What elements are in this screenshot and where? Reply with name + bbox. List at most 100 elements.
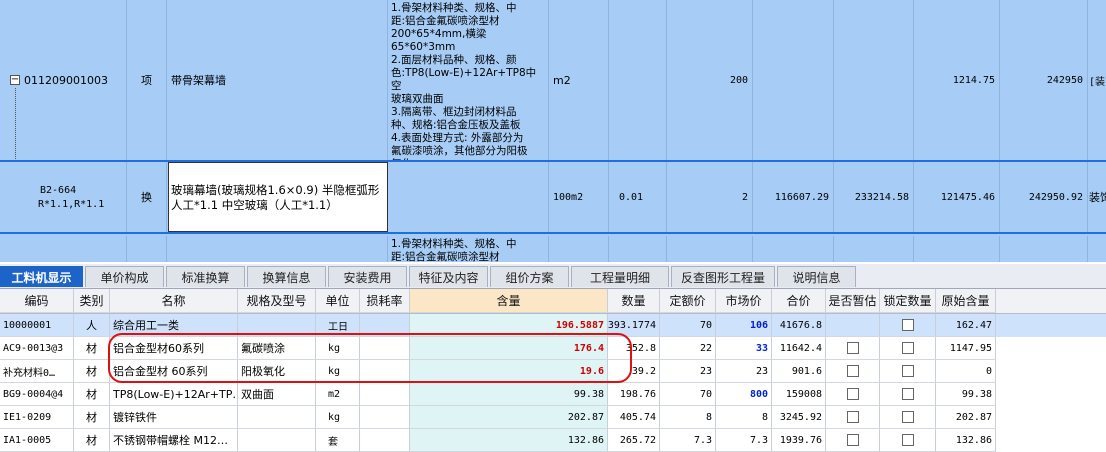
code-value: AC9-0013@3 [3,342,64,354]
cell-unit: 套 [316,429,360,452]
cell-content[interactable]: 176.4 [410,337,608,360]
cell-is-estimate [826,337,880,360]
column-header-content[interactable]: 含量 [410,289,608,313]
cell-code: IA1-0005 [0,429,74,452]
tab-resources[interactable]: 工料机显示 [0,266,83,287]
description-line: 色:TP8(Low-E)+12Ar+TP8中空 [391,67,537,92]
cell-quantity: 405.74 [608,406,660,429]
tab-notes[interactable]: 说明信息 [777,266,856,287]
lock-qty-checkbox[interactable] [901,434,914,446]
total-value: 11642.4 [779,342,822,354]
quota-v2: 233214.58 [854,191,909,203]
column-header-spec[interactable]: 规格及型号 [238,289,316,313]
resource-row[interactable]: 10000001 人 综合用工一类 工日 196.5887 393.1774 70 106 41… [0,314,1106,337]
column-header-category[interactable]: 类别 [74,289,110,313]
lock-qty-checkbox[interactable] [901,342,914,354]
is-estimate-checkbox[interactable] [846,434,859,446]
is-estimate-checkbox[interactable] [846,388,859,400]
cell-content[interactable]: 19.6 [410,360,608,383]
code-value: 10000001 [3,319,52,331]
cell-content[interactable]: 99.38 [410,383,608,406]
tab-install-fee[interactable]: 安装费用 [328,266,407,287]
quota-row-selected[interactable]: B2-664 R*1.1,R*1.1 换 玻璃幕墙(玻璃规格1.6×0.9) 半… [0,160,1106,234]
name-value: 镀锌铁件 [113,411,157,424]
column-header-total[interactable]: 合价 [772,289,826,313]
description-line: 1.骨架材料种类、规格、中 [391,2,517,14]
quantity-value: 405.74 [619,411,656,423]
column-header-code[interactable]: 编码 [0,289,74,313]
lock-qty-checkbox[interactable] [901,411,914,423]
tab-unit-price[interactable]: 单价构成 [85,266,164,287]
cell-total: 41676.8 [772,314,826,337]
column-header-quota-price[interactable]: 定额价 [660,289,716,313]
cell-loss-rate [360,383,410,406]
cell-content[interactable]: 132.86 [410,429,608,452]
spec-value: 阳极氧化 [241,365,285,378]
lock-qty-checkbox[interactable] [901,365,914,377]
quantity-value: 352.8 [625,342,656,354]
cell-total: 3245.92 [772,406,826,429]
cell-spec: 双曲面 [238,383,316,406]
resource-row[interactable]: BG9-0004@4 材 TP8(Low-E)+12Ar+TP… 双曲面 m2 99.38… [0,383,1106,406]
resource-row[interactable]: IA1-0005 材 不锈钢带帽螺栓 M12… 套 132.86 265.72 7.3 7.3… [0,429,1106,452]
quota-row-item[interactable]: − 011209001003 项 带骨架幕墙 1.骨架材料种类、规格、中 距:铝合… [0,0,1106,161]
tab-standard-conversion[interactable]: 标准换算 [166,266,245,287]
tab-conversion-info[interactable]: 换算信息 [247,266,326,287]
column-header-quantity[interactable]: 数量 [608,289,660,313]
column-header-name[interactable]: 名称 [110,289,238,313]
column-header-unit[interactable]: 单位 [316,289,360,313]
original-content-value: 99.38 [961,388,992,400]
cell-name: 镀锌铁件 [110,406,238,429]
quota-name-editor[interactable]: 玻璃幕墙(玻璃规格1.6×0.9) 半隐框弧形 人工*1.1 中空玻璃（人工*1… [169,163,387,213]
content-value: 196.5887 [555,319,604,331]
name-value: 综合用工一类 [113,319,179,332]
total-value: 41676.8 [779,319,822,331]
tab-pricing-plan[interactable]: 组价方案 [490,266,569,287]
cell-total: 11642.4 [772,337,826,360]
column-header-original-content[interactable]: 原始含量 [936,289,996,313]
column-header-is-estimate[interactable]: 是否暂估 [826,289,880,313]
category-value: 人 [86,319,97,332]
cell-quantity: 265.72 [608,429,660,452]
cell-content[interactable]: 196.5887 [410,314,608,337]
cell-category: 材 [74,429,110,452]
quota-price-value: 7.3 [693,434,712,446]
resource-row[interactable]: IE1-0209 材 镀锌铁件 kg 202.87 405.74 8 8 3245.92 202.… [0,406,1106,429]
tab-reverse-lookup[interactable]: 反查图形工程量 [671,266,775,287]
cell-category: 材 [74,360,110,383]
column-header-market-price[interactable]: 市场价 [716,289,772,313]
unit-value: kg [328,365,341,377]
cell-content[interactable]: 202.87 [410,406,608,429]
is-estimate-checkbox[interactable] [846,411,859,423]
quota-v1: 116607.29 [774,191,829,203]
category-value: 材 [86,365,97,378]
category-value: 材 [86,388,97,401]
lock-qty-checkbox[interactable] [901,319,914,331]
tab-features[interactable]: 特征及内容 [409,266,488,287]
description-line: 1.骨架材料种类、规格、中 [391,238,517,250]
collapse-icon[interactable]: − [10,75,20,85]
column-header-lock-qty[interactable]: 锁定数量 [880,289,936,313]
cell-code: BG9-0004@4 [0,383,74,406]
cell-loss-rate [360,406,410,429]
item-unit: m2 [553,73,571,87]
cell-is-estimate [826,406,880,429]
quota-price-value: 70 [699,319,712,331]
cell-lock-qty [880,360,936,383]
cell-unit: kg [316,360,360,383]
column-header-loss-rate[interactable]: 损耗率 [360,289,410,313]
tab-quantity-detail[interactable]: 工程量明细 [571,266,669,287]
quota-unit: 100m2 [553,191,584,203]
quota-row-next[interactable]: 1.骨架材料种类、规格、中 距:铝合金氟碳喷涂型材 [0,236,1106,262]
cell-code: IE1-0209 [0,406,74,429]
cell-category: 材 [74,337,110,360]
category-value: 材 [86,342,97,355]
cell-loss-rate [360,429,410,452]
resource-row[interactable]: 补充材料0… 材 铝合金型材 60系列 阳极氧化 kg 19.6 39.2 23 23 901.6… [0,360,1106,383]
resource-row[interactable]: AC9-0013@3 材 铝合金型材60系列 氟碳喷涂 kg 176.4 352.8 22 33… [0,337,1106,360]
quota-price-value: 23 [699,365,712,377]
item-description: 1.骨架材料种类、规格、中 距:铝合金氟碳喷涂型材 200*65*4mm,横梁65*… [388,0,549,160]
lock-qty-checkbox[interactable] [901,388,914,400]
is-estimate-checkbox[interactable] [846,365,859,377]
is-estimate-checkbox[interactable] [846,342,859,354]
